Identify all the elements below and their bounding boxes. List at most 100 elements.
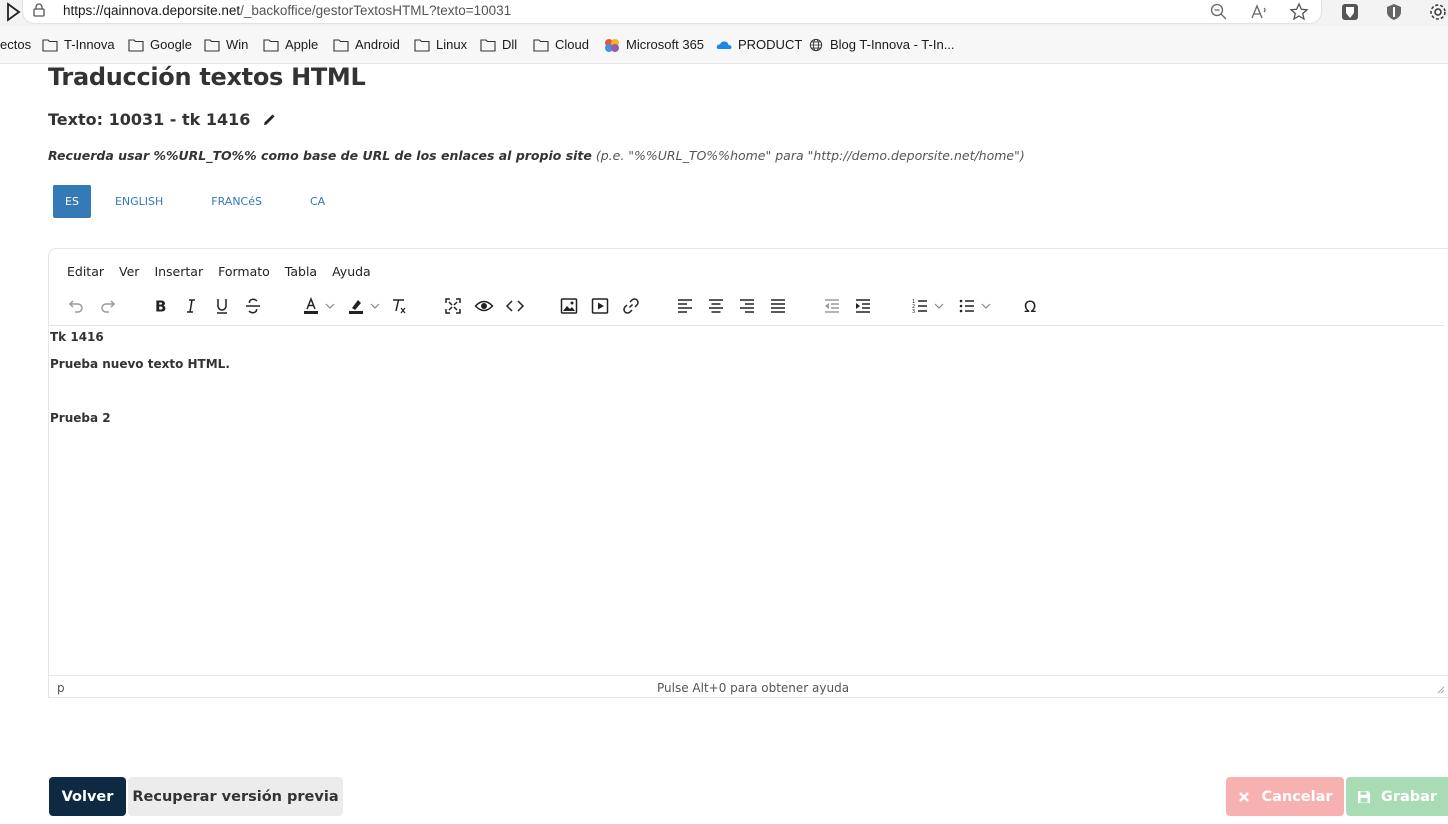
bookmark-folder[interactable]: Win: [204, 37, 248, 52]
url-path: /_backoffice/gestorTextosHTML?texto=1003…: [240, 3, 512, 18]
bookmark-folder[interactable]: Google: [128, 37, 192, 52]
bookmark-folder[interactable]: Android: [333, 37, 400, 52]
toolbar-divider: [49, 325, 1444, 326]
menu-editar[interactable]: Editar: [67, 264, 104, 279]
indent-icon[interactable]: [852, 293, 874, 319]
bold-icon[interactable]: B: [149, 293, 171, 319]
recuperar-version-button[interactable]: Recuperar versión previa: [128, 777, 343, 816]
content-paragraph[interactable]: Prueba nuevo texto HTML.: [50, 357, 230, 371]
bookmark-folder[interactable]: Apple: [263, 37, 318, 52]
bookmark-item[interactable]: ectos: [0, 37, 31, 52]
redo-icon[interactable]: [97, 293, 119, 319]
browser-address-bar: https://qainnova.deporsite.net/_backoffi…: [0, 0, 1448, 26]
menu-ver[interactable]: Ver: [119, 264, 139, 279]
svg-text:Ω: Ω: [1024, 297, 1036, 316]
align-center-icon[interactable]: [705, 293, 727, 319]
save-floppy-icon: [1357, 790, 1370, 803]
bookmark-label: Google: [150, 37, 192, 52]
settings-gear-icon[interactable]: [1428, 2, 1448, 22]
read-aloud-icon[interactable]: [1249, 2, 1269, 22]
text-title: Texto: 10031 - tk 1416: [48, 110, 276, 129]
extension-bitwarden-icon[interactable]: [1340, 2, 1360, 22]
url-bar[interactable]: https://qainnova.deporsite.net/_backoffi…: [22, 0, 1322, 24]
bookmark-item[interactable]: Blog T-Innova - T-In...: [808, 37, 955, 52]
folder-icon: [204, 38, 220, 52]
hint-example: (p.e. "%%URL_TO%%home" para "http://demo…: [595, 148, 1025, 163]
chevron-down-icon: [325, 303, 335, 309]
align-justify-icon[interactable]: [767, 293, 789, 319]
browser-back-icon[interactable]: [3, 2, 23, 22]
svg-text:B: B: [155, 298, 166, 316]
bookmark-label: Win: [226, 37, 249, 52]
insert-link-icon[interactable]: [620, 293, 642, 319]
bookmark-folder[interactable]: Linux: [414, 37, 467, 52]
highlight-color-icon[interactable]: [342, 293, 384, 319]
preview-eye-icon[interactable]: [473, 293, 495, 319]
tab-es[interactable]: ES: [53, 185, 91, 218]
chevron-down-icon: [934, 303, 944, 309]
zoom-out-icon[interactable]: [1209, 2, 1229, 22]
tab-ca[interactable]: CA: [286, 185, 349, 218]
fullscreen-icon[interactable]: [442, 293, 464, 319]
bookmark-folder[interactable]: Dll: [480, 37, 517, 52]
folder-icon: [128, 38, 144, 52]
insert-image-icon[interactable]: [558, 293, 580, 319]
content-paragraph[interactable]: Tk 1416: [50, 330, 104, 344]
url-host: https://qainnova.deporsite.net: [63, 3, 241, 18]
bookmark-item[interactable]: Microsoft 365: [604, 37, 704, 52]
extension-shield-icon[interactable]: [1384, 2, 1404, 22]
bookmark-label: Blog T-Innova - T-In...: [830, 37, 955, 52]
language-tabs: ES ENGLISH FRANCéS CA: [53, 185, 349, 218]
folder-icon: [42, 38, 58, 52]
editor-menubar: Editar Ver Insertar Formato Tabla Ayuda: [67, 264, 371, 279]
cancelar-button[interactable]: Cancelar: [1226, 777, 1344, 816]
undo-icon[interactable]: [65, 293, 87, 319]
numbered-list-icon[interactable]: 123: [906, 293, 948, 319]
outdent-icon[interactable]: [821, 293, 843, 319]
align-left-icon[interactable]: [674, 293, 696, 319]
clear-formatting-icon[interactable]: [388, 293, 410, 319]
resize-grip-icon[interactable]: [1435, 684, 1445, 694]
menu-tabla[interactable]: Tabla: [285, 264, 317, 279]
bookmark-item[interactable]: PRODUCT: [716, 37, 802, 52]
bookmark-folder[interactable]: Cloud: [533, 37, 589, 52]
cancelar-label: Cancelar: [1261, 788, 1333, 805]
pencil-edit-icon[interactable]: [262, 113, 276, 127]
align-right-icon[interactable]: [736, 293, 758, 319]
bookmark-folder[interactable]: T-Innova: [42, 37, 115, 52]
folder-icon: [414, 38, 430, 52]
menu-ayuda[interactable]: Ayuda: [332, 264, 371, 279]
tab-frances[interactable]: FRANCéS: [187, 185, 286, 218]
grabar-button[interactable]: Grabar: [1346, 777, 1448, 816]
tab-english[interactable]: ENGLISH: [91, 185, 187, 218]
source-code-icon[interactable]: [504, 293, 526, 319]
lock-icon[interactable]: [31, 2, 47, 18]
favorite-star-icon[interactable]: [1289, 2, 1309, 22]
bookmark-label: Cloud: [555, 37, 589, 52]
volver-button[interactable]: Volver: [49, 777, 126, 816]
menu-insertar[interactable]: Insertar: [154, 264, 203, 279]
bookmark-label: ectos: [0, 37, 32, 52]
menu-formato[interactable]: Formato: [218, 264, 270, 279]
editor-toolbar: B 123 Ω: [63, 293, 1448, 319]
bullet-list-icon[interactable]: [953, 293, 995, 319]
bookmark-label: PRODUCT: [738, 37, 803, 52]
folder-icon: [533, 38, 549, 52]
bookmark-label: Dll: [502, 37, 518, 52]
bookmark-label: Android: [355, 37, 400, 52]
underline-icon[interactable]: [211, 293, 233, 319]
bookmark-label: Linux: [436, 37, 468, 52]
italic-icon[interactable]: [180, 293, 202, 319]
grabar-label: Grabar: [1380, 788, 1438, 805]
url-hint-text: Recuerda usar %%URL_TO%% como base de UR…: [48, 148, 1025, 163]
text-title-label: Texto: 10031 - tk 1416: [48, 110, 251, 129]
text-color-icon[interactable]: [297, 293, 339, 319]
url-text[interactable]: https://qainnova.deporsite.net/_backoffi…: [63, 3, 511, 18]
content-paragraph[interactable]: Prueba 2: [50, 411, 111, 425]
editor-content-area[interactable]: Tk 1416 Prueba nuevo texto HTML. Prueba …: [49, 329, 1448, 674]
special-character-omega-icon[interactable]: Ω: [1020, 293, 1042, 319]
strikethrough-icon[interactable]: [242, 293, 264, 319]
element-path[interactable]: p: [57, 681, 65, 695]
insert-media-icon[interactable]: [589, 293, 611, 319]
bookmarks-bar: ectos T-Innova Google Win Apple Android …: [0, 26, 1448, 64]
